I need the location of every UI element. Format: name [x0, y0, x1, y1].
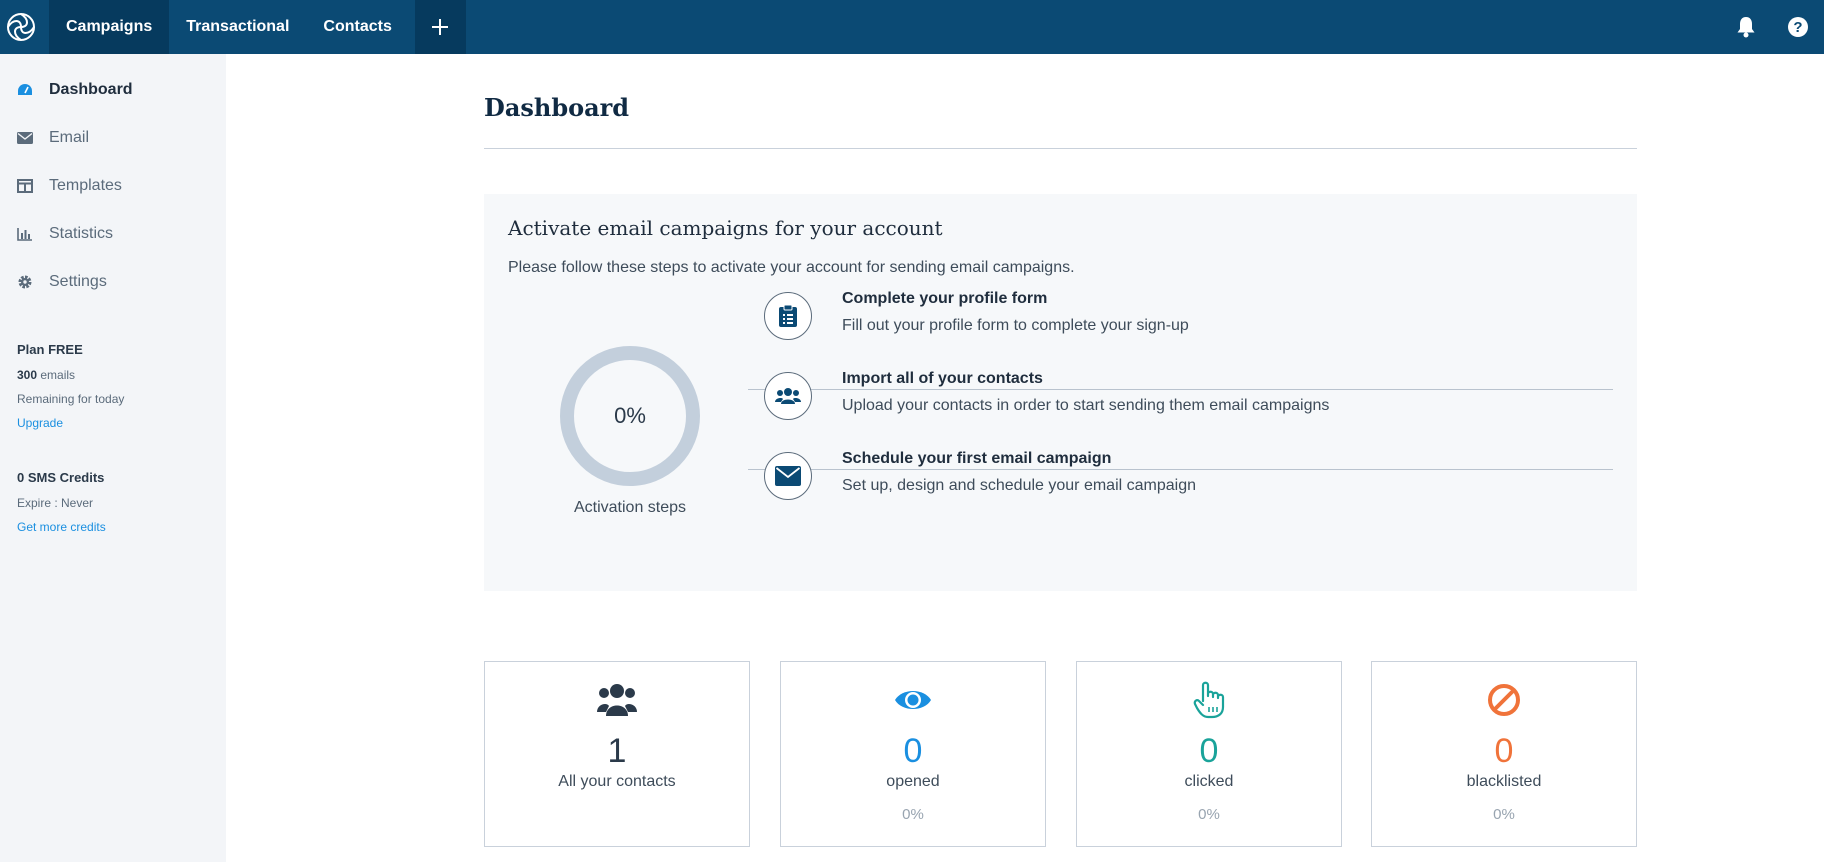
step-campaign-description: Set up, design and schedule your email c… [842, 477, 1196, 494]
help-button[interactable]: ? [1772, 0, 1824, 54]
title-divider [484, 148, 1637, 149]
activation-subtitle: Please follow these steps to activate yo… [508, 259, 1075, 276]
envelope-icon [775, 466, 801, 486]
sidebar-item-email[interactable]: Email [0, 121, 226, 155]
step-contacts-description: Upload your contacts in order to start s… [842, 397, 1330, 414]
upgrade-link[interactable]: Upgrade [17, 416, 63, 430]
stat-blacklisted-value: 0 [1494, 732, 1514, 770]
sidebar-item-label: Settings [49, 273, 107, 290]
sms-credits-title: 0 SMS Credits [17, 470, 105, 485]
stat-clicked-percent: 0% [1198, 806, 1220, 823]
tab-contacts-label: Contacts [323, 18, 392, 35]
plan-email-unit: emails [37, 368, 76, 382]
sidebar-item-label: Email [49, 129, 90, 146]
sidebar-item-dashboard[interactable]: Dashboard [0, 73, 226, 107]
sidebar-item-statistics[interactable]: Statistics [0, 217, 226, 251]
step-contacts-title[interactable]: Import all of your contacts [842, 370, 1043, 388]
step-campaign-icon-button[interactable] [764, 452, 812, 500]
brand-spiral-logo-icon [7, 13, 35, 41]
tab-campaigns[interactable]: Campaigns [49, 0, 170, 54]
activation-title: Activate email campaigns for your accoun… [508, 216, 943, 240]
envelope-icon [17, 130, 33, 146]
bar-chart-icon [17, 226, 33, 242]
step-profile-description: Fill out your profile form to complete y… [842, 317, 1189, 334]
step-contacts-icon-button[interactable] [764, 372, 812, 420]
plan-remaining-label: Remaining for today [17, 392, 125, 406]
step-profile-icon-button[interactable] [764, 292, 812, 340]
stat-opened-label: opened [886, 773, 940, 790]
stat-opened-value: 0 [903, 732, 923, 770]
plan-title: Plan FREE [17, 342, 83, 357]
help-icon: ? [1788, 17, 1808, 37]
ban-icon [1372, 680, 1636, 720]
plus-icon [432, 19, 449, 35]
stat-card-contacts[interactable]: 1 All your contacts [484, 661, 750, 847]
activation-step-contacts: Import all of your contacts Upload your … [748, 356, 1613, 436]
eye-icon [781, 680, 1045, 720]
step-campaign-title[interactable]: Schedule your first email campaign [842, 450, 1111, 468]
clipboard-icon [779, 304, 797, 327]
top-navbar: Campaigns Transactional Contacts ? [0, 0, 1824, 54]
sidebar-item-settings[interactable]: Settings [0, 265, 226, 299]
activation-steps-caption: Activation steps [573, 499, 687, 516]
activation-step-profile: Complete your profile form Fill out your… [748, 276, 1613, 356]
users-icon [485, 680, 749, 720]
get-more-credits-link[interactable]: Get more credits [17, 520, 106, 534]
stat-card-blacklisted[interactable]: 0 blacklisted 0% [1371, 661, 1637, 847]
sidebar-item-label: Templates [49, 177, 122, 194]
activation-progress-value: 0% [614, 403, 646, 428]
tab-transactional[interactable]: Transactional [169, 0, 306, 54]
add-button[interactable] [414, 0, 466, 54]
tab-campaigns-label: Campaigns [66, 18, 153, 35]
sidebar: Dashboard Email Templates Statistics Set… [0, 54, 226, 862]
plan-email-count: 300 [17, 368, 38, 382]
sms-expire-label: Expire : Never [17, 496, 94, 510]
stat-clicked-label: clicked [1184, 773, 1234, 790]
tab-contacts[interactable]: Contacts [306, 0, 408, 54]
template-layout-icon [17, 178, 33, 194]
step-profile-title[interactable]: Complete your profile form [842, 290, 1047, 308]
svg-text:?: ? [1793, 19, 1802, 36]
tab-transactional-label: Transactional [186, 18, 290, 35]
stat-contacts-label: All your contacts [558, 773, 676, 790]
stat-opened-percent: 0% [902, 806, 924, 823]
plan-email-quota: 300 emails [17, 368, 75, 382]
stat-card-opened[interactable]: 0 opened 0% [780, 661, 1046, 847]
stat-blacklisted-label: blacklisted [1466, 773, 1542, 790]
page-title: Dashboard [484, 93, 630, 122]
activation-panel: Activate email campaigns for your accoun… [484, 194, 1637, 591]
stat-clicked-value: 0 [1199, 732, 1219, 770]
stat-card-clicked[interactable]: 0 clicked 0% [1076, 661, 1342, 847]
brand-logo[interactable] [0, 0, 42, 54]
topbar-right-actions: ? [1720, 0, 1824, 54]
gear-icon [17, 274, 33, 290]
stat-contacts-value: 1 [607, 732, 627, 770]
stat-blacklisted-percent: 0% [1493, 806, 1515, 823]
sidebar-item-label: Dashboard [49, 81, 133, 98]
activation-step-campaign: Schedule your first email campaign Set u… [748, 436, 1613, 516]
bell-icon [1737, 17, 1755, 38]
notifications-button[interactable] [1720, 0, 1772, 54]
users-icon [775, 388, 801, 404]
sidebar-item-label: Statistics [49, 225, 114, 242]
sidebar-item-templates[interactable]: Templates [0, 169, 226, 203]
pointer-hand-icon [1077, 680, 1341, 720]
dashboard-gauge-icon [17, 82, 33, 98]
